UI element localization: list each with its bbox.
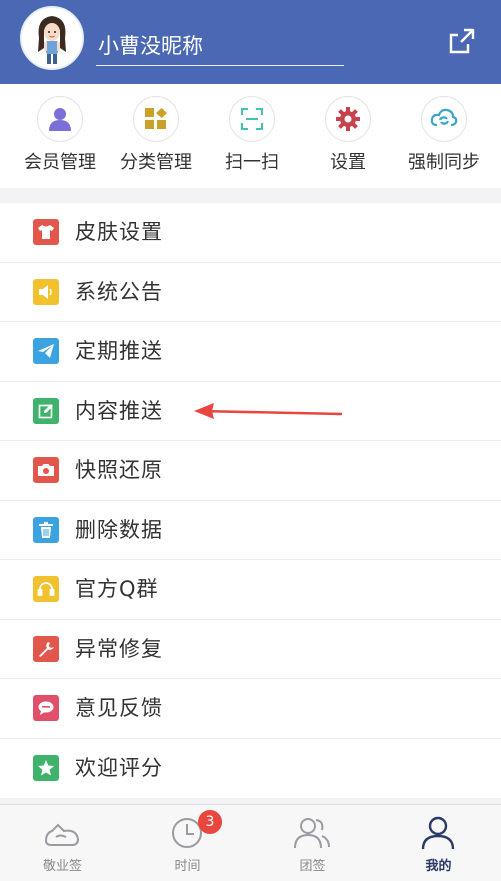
edit-icon <box>33 397 59 424</box>
quick-action-member[interactable]: 会员管理 <box>12 96 108 184</box>
menu-item-repair[interactable]: 异常修复 <box>0 620 501 679</box>
tab-jingyeqian[interactable]: 敬业签 <box>0 805 125 881</box>
menu-item-label: 欢迎评分 <box>75 755 163 780</box>
menu-item-label: 意见反馈 <box>75 696 163 720</box>
quick-action-scan[interactable]: 扫一扫 <box>204 96 300 184</box>
scan-icon <box>229 96 275 142</box>
profile-tab-icon <box>421 816 455 850</box>
quick-action-category[interactable]: 分类管理 <box>108 96 204 184</box>
menu-item-label: 内容推送 <box>75 398 163 423</box>
quick-action-label: 扫一扫 <box>225 152 279 173</box>
menu-item-label: 皮肤设置 <box>75 220 163 244</box>
group-tab-icon <box>294 818 330 849</box>
menu-item-delete-data[interactable]: 删除数据 <box>0 501 501 560</box>
menu-item-skin[interactable]: 皮肤设置 <box>0 203 501 263</box>
tshirt-icon <box>33 219 59 245</box>
menu-item-scheduled-push[interactable]: 定期推送 <box>0 322 501 382</box>
menu-item-label: 系统公告 <box>75 279 163 304</box>
trash-icon <box>33 516 59 543</box>
menu-item-snapshot-restore[interactable]: 快照还原 <box>0 441 501 501</box>
tab-label: 团签 <box>299 859 326 874</box>
username[interactable]: 小曹没昵称 <box>96 30 344 66</box>
menu-item-announcement[interactable]: 系统公告 <box>0 263 501 322</box>
menu-item-label: 快照还原 <box>75 458 163 482</box>
note-tab-icon <box>44 823 80 846</box>
avatar[interactable] <box>20 6 84 70</box>
star-icon <box>33 754 59 781</box>
share-icon[interactable] <box>446 24 482 60</box>
quick-action-settings[interactable]: 设置 <box>300 96 396 184</box>
speaker-icon <box>33 278 59 305</box>
quick-action-sync[interactable]: 强制同步 <box>396 96 492 184</box>
menu-item-label: 删除数据 <box>75 517 163 542</box>
notification-badge: 3 <box>198 810 222 834</box>
annotation-arrow <box>194 403 343 419</box>
wrench-icon <box>33 635 59 662</box>
tab-group-sign[interactable]: 团签 <box>250 805 375 881</box>
menu-item-official-group[interactable]: 官方Q群 <box>0 560 501 620</box>
chat-bubble-icon <box>33 695 59 721</box>
member-icon <box>37 96 83 142</box>
gear-icon <box>325 96 371 142</box>
tab-mine[interactable]: 我的 <box>376 805 501 881</box>
menu-item-label: 异常修复 <box>75 636 163 661</box>
tab-label: 时间 <box>174 859 201 874</box>
sync-icon <box>421 96 467 142</box>
quick-action-label: 设置 <box>330 152 366 173</box>
camera-icon <box>33 457 59 483</box>
category-grid-icon <box>133 96 179 142</box>
headset-icon <box>33 576 59 602</box>
tab-label: 我的 <box>425 859 452 874</box>
quick-action-bar: 会员管理 分类管理 扫一扫 设置 强制同步 <box>0 84 501 188</box>
avatar-girl-illustration <box>22 8 82 68</box>
menu-item-label: 定期推送 <box>75 339 163 363</box>
tab-time[interactable]: 时间 <box>125 805 250 881</box>
quick-action-label: 分类管理 <box>120 152 192 173</box>
quick-action-label: 强制同步 <box>408 152 480 173</box>
menu-item-label: 官方Q群 <box>75 577 159 601</box>
tab-label: 敬业签 <box>42 859 82 874</box>
bottom-tab-bar: 敬业签 时间 团签 我的 <box>0 804 501 881</box>
menu-item-rate[interactable]: 欢迎评分 <box>0 739 501 799</box>
profile-header: 小曹没昵称 <box>0 0 501 84</box>
settings-menu: 皮肤设置 系统公告 定期推送 内容推送 快照还原 删除数据 官方Q群 异常修复 … <box>0 203 501 798</box>
menu-item-feedback[interactable]: 意见反馈 <box>0 679 501 739</box>
paper-plane-icon <box>33 338 59 364</box>
quick-action-label: 会员管理 <box>24 152 96 173</box>
